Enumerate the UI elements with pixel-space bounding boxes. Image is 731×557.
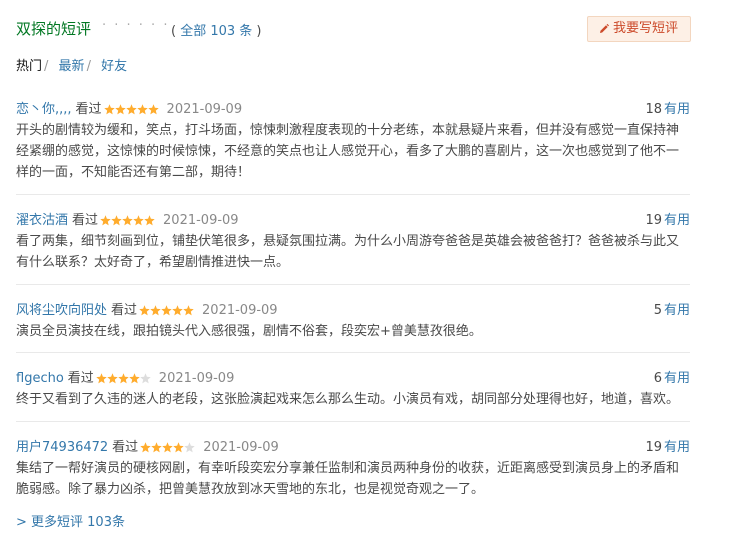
star-icon xyxy=(136,104,148,115)
comment-meta: 濯衣沽酒 看过 2021-09-09 19 有用 xyxy=(16,209,690,231)
star-icon xyxy=(172,305,183,316)
comment-text: 演员全员演技在线，跟拍镜头代入感很强，剧情不俗套，段奕宏+曾美慧孜很绝。 xyxy=(16,324,482,339)
comment-meta: 风将尘吹向阳处 看过 2021-09-09 5 有用 xyxy=(16,299,690,321)
star-icon xyxy=(184,442,195,453)
tab-separator: / xyxy=(86,59,91,74)
star-icon xyxy=(125,104,137,115)
comment-item: 用户74936472 看过 2021-09-09 19 有用 集结了一帮好演员的硬核网… xyxy=(16,422,690,520)
comment-item: 风将尘吹向阳处 看过 2021-09-09 5 有用 演员全员演技在线，跟拍镜头代入感… xyxy=(16,285,690,353)
rating-stars xyxy=(139,305,194,320)
comment-meta: 恋丶你,,,, 看过 2021-09-09 18 有用 xyxy=(16,98,690,120)
star-icon xyxy=(173,442,184,453)
star-icon xyxy=(122,215,133,226)
star-icon xyxy=(107,373,118,384)
vote-count: 19 xyxy=(645,213,662,228)
rating-stars xyxy=(100,215,155,230)
tab-hot[interactable]: 热门 xyxy=(16,55,42,74)
useful-button[interactable]: 有用 xyxy=(664,440,690,455)
comment-date: 2021-09-09 xyxy=(158,371,235,386)
write-comment-button[interactable]: 我要写短评 xyxy=(586,16,691,42)
star-icon xyxy=(140,373,151,384)
star-icon xyxy=(114,104,126,115)
useful-button[interactable]: 有用 xyxy=(664,213,690,228)
star-icon xyxy=(100,215,111,226)
comment-user-link[interactable]: 恋丶你,,,, xyxy=(16,102,72,117)
star-icon xyxy=(129,373,140,384)
count-prefix: ( xyxy=(171,24,181,39)
star-icon xyxy=(103,104,115,115)
rating-stars xyxy=(96,373,151,388)
useful-button[interactable]: 有用 xyxy=(664,371,690,386)
useful-button[interactable]: 有用 xyxy=(664,303,690,318)
useful-button[interactable]: 有用 xyxy=(664,102,690,117)
comment-date: 2021-09-09 xyxy=(203,440,279,455)
star-icon xyxy=(162,442,173,453)
watch-status: 看过 xyxy=(67,371,94,386)
useful-vote: 6 有用 xyxy=(654,367,690,386)
comment-user-link[interactable]: 风将尘吹向阳处 xyxy=(16,303,107,318)
comment-date: 2021-09-09 xyxy=(202,303,278,318)
tab-latest[interactable]: 最新 xyxy=(59,55,85,74)
vote-count: 18 xyxy=(645,102,662,117)
comment-text: 终于又看到了久违的迷人的老段，这张脸演起戏来怎么那么生动。小演员有戏，胡同部分处… xyxy=(16,392,680,407)
comment-user-link[interactable]: 濯衣沽酒 xyxy=(16,213,68,228)
more-comments-link[interactable]: > 更多短评 103条 xyxy=(16,511,125,530)
comment-date: 2021-09-09 xyxy=(166,102,243,117)
comment-user-link[interactable]: 用户74936472 xyxy=(16,440,108,455)
vote-count: 5 xyxy=(653,303,662,318)
comment-text: 开头的剧情较为缓和，笑点，打斗场面，惊悚刺激程度表现的十分老练，本就悬疑片来看，… xyxy=(16,123,680,180)
comment-list: 恋丶你,,,, 看过 2021-09-09 18 有用 开头的剧情较为缓和，笑点，打斗… xyxy=(16,98,690,520)
comment-item: flgecho 看过 2021-09-09 6 有用 终于又看到了久违的迷人的老段，这… xyxy=(16,353,690,422)
vote-count: 19 xyxy=(645,440,662,455)
pencil-icon xyxy=(598,23,609,35)
star-icon xyxy=(140,442,151,453)
useful-vote: 19 有用 xyxy=(645,436,690,455)
title-dots: · · · · · · xyxy=(102,18,170,33)
watch-status: 看过 xyxy=(72,213,99,228)
tab-separator: / xyxy=(44,59,49,74)
useful-vote: 5 有用 xyxy=(654,299,690,318)
comment-user-link[interactable]: flgecho xyxy=(16,371,64,386)
comment-item: 恋丶你,,,, 看过 2021-09-09 18 有用 开头的剧情较为缓和，笑点，打斗… xyxy=(16,98,690,195)
comment-meta: flgecho 看过 2021-09-09 6 有用 xyxy=(16,367,690,389)
star-icon xyxy=(183,305,194,316)
comments-header: 双探的短评 · · · · · · ( 全部 103 条 ) 我要写短评 xyxy=(16,14,691,44)
star-icon xyxy=(144,215,155,226)
comment-item: 濯衣沽酒 看过 2021-09-09 19 有用 看了两集，细节刻画到位，铺垫伏笔很多… xyxy=(16,195,690,285)
sort-tabs: 热门 / 最新 / 好友 xyxy=(16,55,127,74)
comment-text: 看了两集，细节刻画到位，铺垫伏笔很多，悬疑氛围拉满。为什么小周游夸爸爸是英雄会被… xyxy=(16,234,680,270)
comment-meta: 用户74936472 看过 2021-09-09 19 有用 xyxy=(16,436,690,458)
star-icon xyxy=(118,373,129,384)
star-icon xyxy=(111,215,122,226)
useful-vote: 19 有用 xyxy=(645,209,690,228)
rating-stars xyxy=(103,104,159,119)
useful-vote: 18 有用 xyxy=(645,98,690,117)
comment-date: 2021-09-09 xyxy=(163,213,239,228)
star-icon xyxy=(139,305,150,316)
star-icon xyxy=(150,305,161,316)
write-comment-label: 我要写短评 xyxy=(612,21,678,36)
star-icon xyxy=(96,373,107,384)
comment-text: 集结了一帮好演员的硬核网剧，有幸听段奕宏分享兼任监制和演员两种身份的收获，近距离… xyxy=(16,461,680,497)
rating-stars xyxy=(140,442,195,457)
vote-count: 6 xyxy=(653,371,662,386)
star-icon xyxy=(161,305,172,316)
comment-count: ( 全部 103 条 ) xyxy=(171,20,262,39)
star-icon xyxy=(151,442,162,453)
watch-status: 看过 xyxy=(75,102,102,117)
star-icon xyxy=(147,104,159,115)
watch-status: 看过 xyxy=(111,303,138,318)
star-icon xyxy=(133,215,144,226)
section-title: 双探的短评 xyxy=(16,20,92,38)
count-suffix: ) xyxy=(252,24,262,39)
all-comments-link[interactable]: 全部 103 条 xyxy=(180,24,252,39)
tab-friends[interactable]: 好友 xyxy=(101,55,127,74)
watch-status: 看过 xyxy=(112,440,139,455)
